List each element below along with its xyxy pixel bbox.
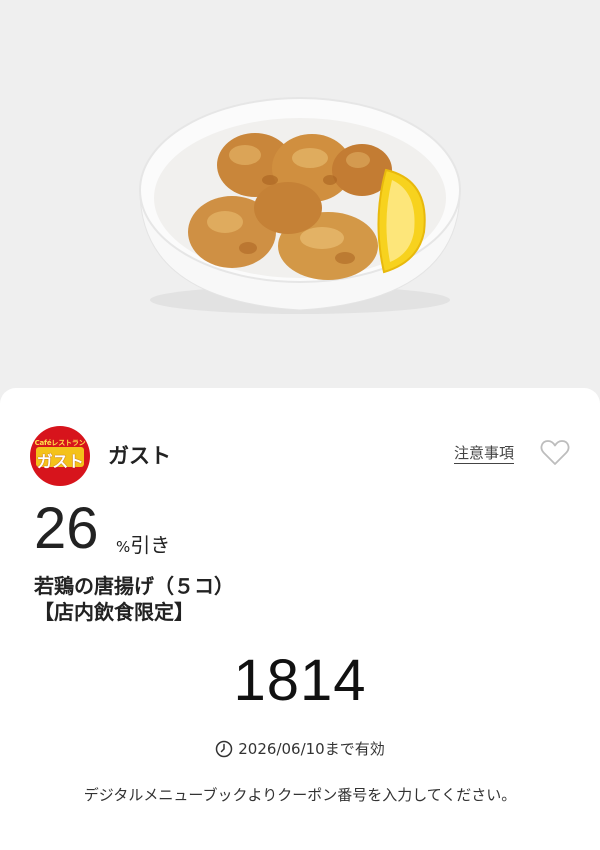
coupon-code: 1814: [233, 648, 367, 713]
notes-link[interactable]: 注意事項: [454, 444, 515, 464]
item-name: 若鶏の唐揚げ（５コ）: [34, 574, 234, 598]
percent-symbol: %: [116, 538, 131, 556]
coupon-card: Caféレストラン ガスト ガスト 注意事項 26 %引き 若鶏の唐揚げ（５コ）…: [0, 388, 600, 850]
brand-name: ガスト: [108, 444, 171, 468]
brand-logo: Caféレストラン ガスト: [30, 426, 90, 486]
discount-suffix: %引き: [116, 532, 170, 560]
karaage-bowl-illustration: [139, 97, 461, 314]
discount-value: 26: [34, 496, 99, 561]
validity-line: 2026/06/10まで有効: [0, 738, 600, 760]
hero-image: [0, 0, 600, 400]
instruction-text: デジタルメニューブックよりクーポン番号を入力してください。: [83, 786, 517, 804]
logo-main-text: ガスト: [36, 452, 84, 471]
discount-suffix-text: 引き: [130, 533, 171, 557]
heart-outline-icon[interactable]: [540, 440, 570, 466]
validity-text: 2026/06/10まで有効: [238, 740, 385, 758]
item-note: 【店内飲食限定】: [34, 600, 194, 624]
clock-icon: [215, 740, 233, 758]
